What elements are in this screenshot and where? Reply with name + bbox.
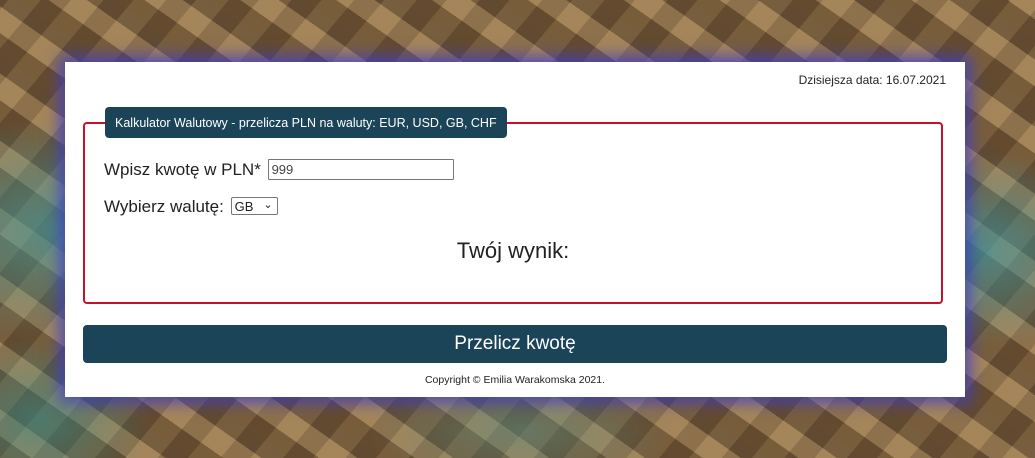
amount-input[interactable] [267, 159, 454, 180]
copyright-text: Copyright © Emilia Warakomska 2021. [424, 374, 606, 386]
current-date: Dzisiejsza data: 16.07.2021 [798, 73, 946, 87]
currency-label: Wybierz walutę: [104, 197, 224, 216]
result-label: Twój wynik: [456, 238, 570, 263]
currency-select[interactable]: GB ⌄ [230, 197, 278, 215]
chevron-down-icon: ⌄ [263, 199, 273, 211]
amount-label: Wpisz kwotę w PLN* [104, 160, 261, 179]
currency-selected-value: GB [234, 199, 254, 214]
amount-row: Wpisz kwotę w PLN* [104, 159, 454, 180]
currency-row: Wybierz walutę: GB ⌄ [104, 197, 278, 217]
calculator-legend: Kalkulator Walutowy - przelicza PLN na w… [105, 107, 507, 138]
calculator-card: Dzisiejsza data: 16.07.2021 Kalkulator W… [65, 62, 965, 397]
convert-button[interactable]: Przelicz kwotę [83, 325, 947, 363]
calculator-fieldset: Kalkulator Walutowy - przelicza PLN na w… [83, 107, 943, 304]
